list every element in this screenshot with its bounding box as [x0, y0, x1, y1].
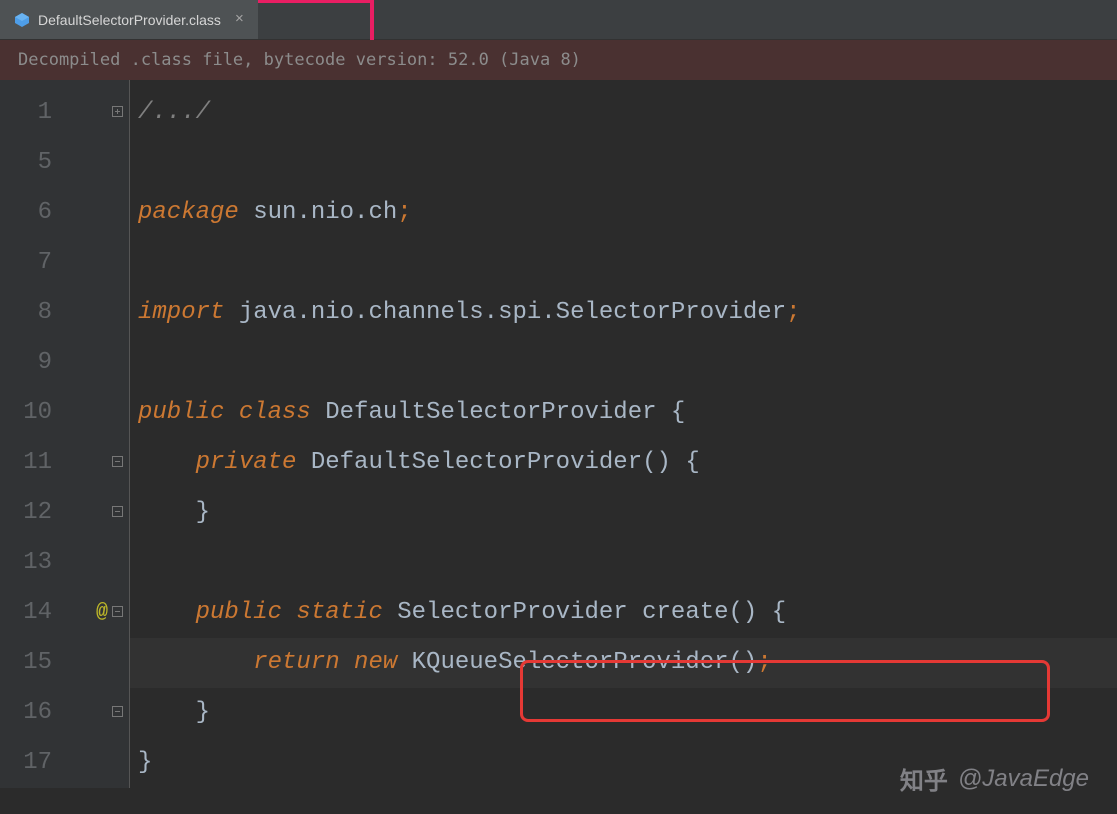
line-number: 8: [0, 288, 60, 338]
code-editor[interactable]: 1 5 6 7 8 9 10 11 12 13 14 @ 15 16 17 /..…: [0, 80, 1117, 788]
line-number: 11: [0, 438, 60, 488]
line-number: 12: [0, 488, 60, 538]
fold-collapse-icon[interactable]: [112, 706, 123, 717]
code-line: private DefaultSelectorProvider() {: [130, 438, 1117, 488]
fold-collapse-icon[interactable]: [112, 506, 123, 517]
line-number: 13: [0, 538, 60, 588]
gutter: 1 5 6 7 8 9 10 11 12 13 14 @ 15 16 17: [0, 80, 130, 788]
tab-bar: DefaultSelectorProvider.class ×: [0, 0, 1117, 40]
file-tab[interactable]: DefaultSelectorProvider.class ×: [0, 0, 258, 39]
line-number: 10: [0, 388, 60, 438]
watermark: 知乎 @JavaEdge: [900, 761, 1089, 796]
code-line: }: [130, 488, 1117, 538]
fold-collapse-icon[interactable]: [112, 606, 123, 617]
tab-filename: DefaultSelectorProvider.class: [38, 12, 221, 28]
line-number: 17: [0, 738, 60, 788]
line-number: 16: [0, 688, 60, 738]
tab-accent: [370, 0, 374, 40]
line-number: 14: [0, 588, 60, 638]
fold-expand-icon[interactable]: [112, 106, 123, 117]
code-line: }: [130, 688, 1117, 738]
line-number: 9: [0, 338, 60, 388]
line-number: 15: [0, 638, 60, 688]
code-line: import java.nio.channels.spi.SelectorPro…: [130, 288, 1117, 338]
line-number: 1: [0, 88, 60, 138]
decompile-info-bar: Decompiled .class file, bytecode version…: [0, 40, 1117, 80]
code-line: [130, 138, 1117, 188]
code-line: public class DefaultSelectorProvider {: [130, 388, 1117, 438]
override-gutter-icon[interactable]: @: [96, 588, 108, 638]
code-area[interactable]: /.../ package sun.nio.ch; import java.ni…: [130, 80, 1117, 788]
close-icon[interactable]: ×: [235, 11, 244, 28]
code-line: [130, 338, 1117, 388]
code-line: /.../: [130, 88, 1117, 138]
code-line: [130, 538, 1117, 588]
code-line: public static SelectorProvider create() …: [130, 588, 1117, 638]
code-line: [130, 238, 1117, 288]
line-number: 7: [0, 238, 60, 288]
fold-collapse-icon[interactable]: [112, 456, 123, 467]
line-number: 5: [0, 138, 60, 188]
watermark-handle: @JavaEdge: [958, 765, 1089, 793]
watermark-logo: 知乎: [900, 761, 948, 796]
class-file-icon: [14, 12, 30, 28]
code-line: package sun.nio.ch;: [130, 188, 1117, 238]
code-line-highlighted: return new KQueueSelectorProvider();: [130, 638, 1117, 688]
line-number: 6: [0, 188, 60, 238]
